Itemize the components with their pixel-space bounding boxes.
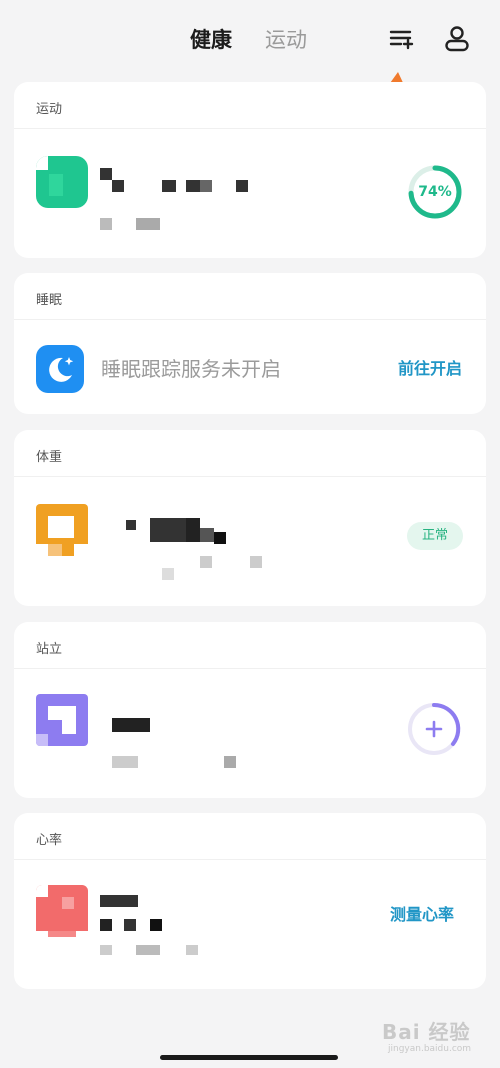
redacted-block (236, 180, 248, 192)
redacted-block (250, 556, 262, 568)
stand-icon (36, 694, 88, 746)
divider (14, 476, 486, 477)
sleep-status-text: 睡眠跟踪服务未开启 (101, 357, 281, 381)
progress-label: 74% (418, 184, 452, 200)
redacted-block (200, 556, 212, 568)
card-title: 运动 (36, 102, 63, 117)
redacted-block (186, 945, 198, 955)
redacted-block (224, 756, 236, 768)
add-stand-button[interactable] (407, 702, 461, 756)
weight-card[interactable]: 体重 正常 (14, 430, 486, 606)
redacted-block (214, 532, 226, 544)
redacted-block (100, 168, 112, 180)
redacted-block (136, 218, 160, 230)
redacted-block (186, 180, 200, 192)
tab-health[interactable]: 健康 (190, 26, 232, 54)
redacted-block (124, 919, 136, 931)
card-title: 站立 (36, 642, 63, 657)
redacted-block (112, 180, 124, 192)
heart-icon (36, 885, 88, 937)
divider (14, 128, 486, 129)
sleep-card[interactable]: 睡眠 睡眠跟踪服务未开启 前往开启 (14, 273, 486, 414)
stand-card[interactable]: 站立 (14, 622, 486, 798)
top-header: 健康 运动 (0, 0, 500, 80)
card-title: 睡眠 (36, 293, 63, 308)
tab-exercise[interactable]: 运动 (265, 26, 307, 54)
measure-heart-rate-link[interactable]: 测量心率 (390, 901, 454, 925)
redacted-block (100, 895, 138, 907)
home-indicator[interactable] (160, 1055, 338, 1060)
profile-icon[interactable] (442, 24, 472, 54)
redacted-block (100, 919, 112, 931)
divider (14, 668, 486, 669)
redacted-block (112, 756, 138, 768)
list-add-icon[interactable] (386, 24, 416, 54)
redacted-block (136, 945, 160, 955)
divider (14, 859, 486, 860)
redacted-block (100, 945, 112, 955)
heart-rate-card[interactable]: 心率 测量心率 (14, 813, 486, 989)
redacted-block (162, 568, 174, 580)
redacted-block (200, 180, 212, 192)
weight-icon (36, 504, 88, 556)
redacted-block (200, 528, 214, 542)
card-title: 心率 (36, 833, 63, 848)
watermark-logo: Bai 经验 (382, 1020, 471, 1044)
redacted-block (126, 520, 136, 530)
sport-icon (36, 156, 88, 208)
redacted-block (186, 518, 200, 542)
enable-sleep-link[interactable]: 前往开启 (398, 355, 462, 379)
redacted-block (162, 180, 176, 192)
card-title: 体重 (36, 450, 63, 465)
progress-ring[interactable]: 74% (407, 164, 463, 220)
redacted-block (150, 919, 162, 931)
weight-status-badge: 正常 (407, 522, 463, 550)
divider (14, 319, 486, 320)
redacted-block (100, 218, 112, 230)
watermark-url: jingyan.baidu.com (388, 1044, 472, 1054)
sport-card[interactable]: 运动 74% (14, 82, 486, 258)
moon-icon (36, 345, 84, 393)
redacted-block (150, 518, 186, 542)
redacted-block (112, 718, 150, 732)
watermark: Bai 经验 jingyan.baidu.com (382, 1012, 498, 1062)
